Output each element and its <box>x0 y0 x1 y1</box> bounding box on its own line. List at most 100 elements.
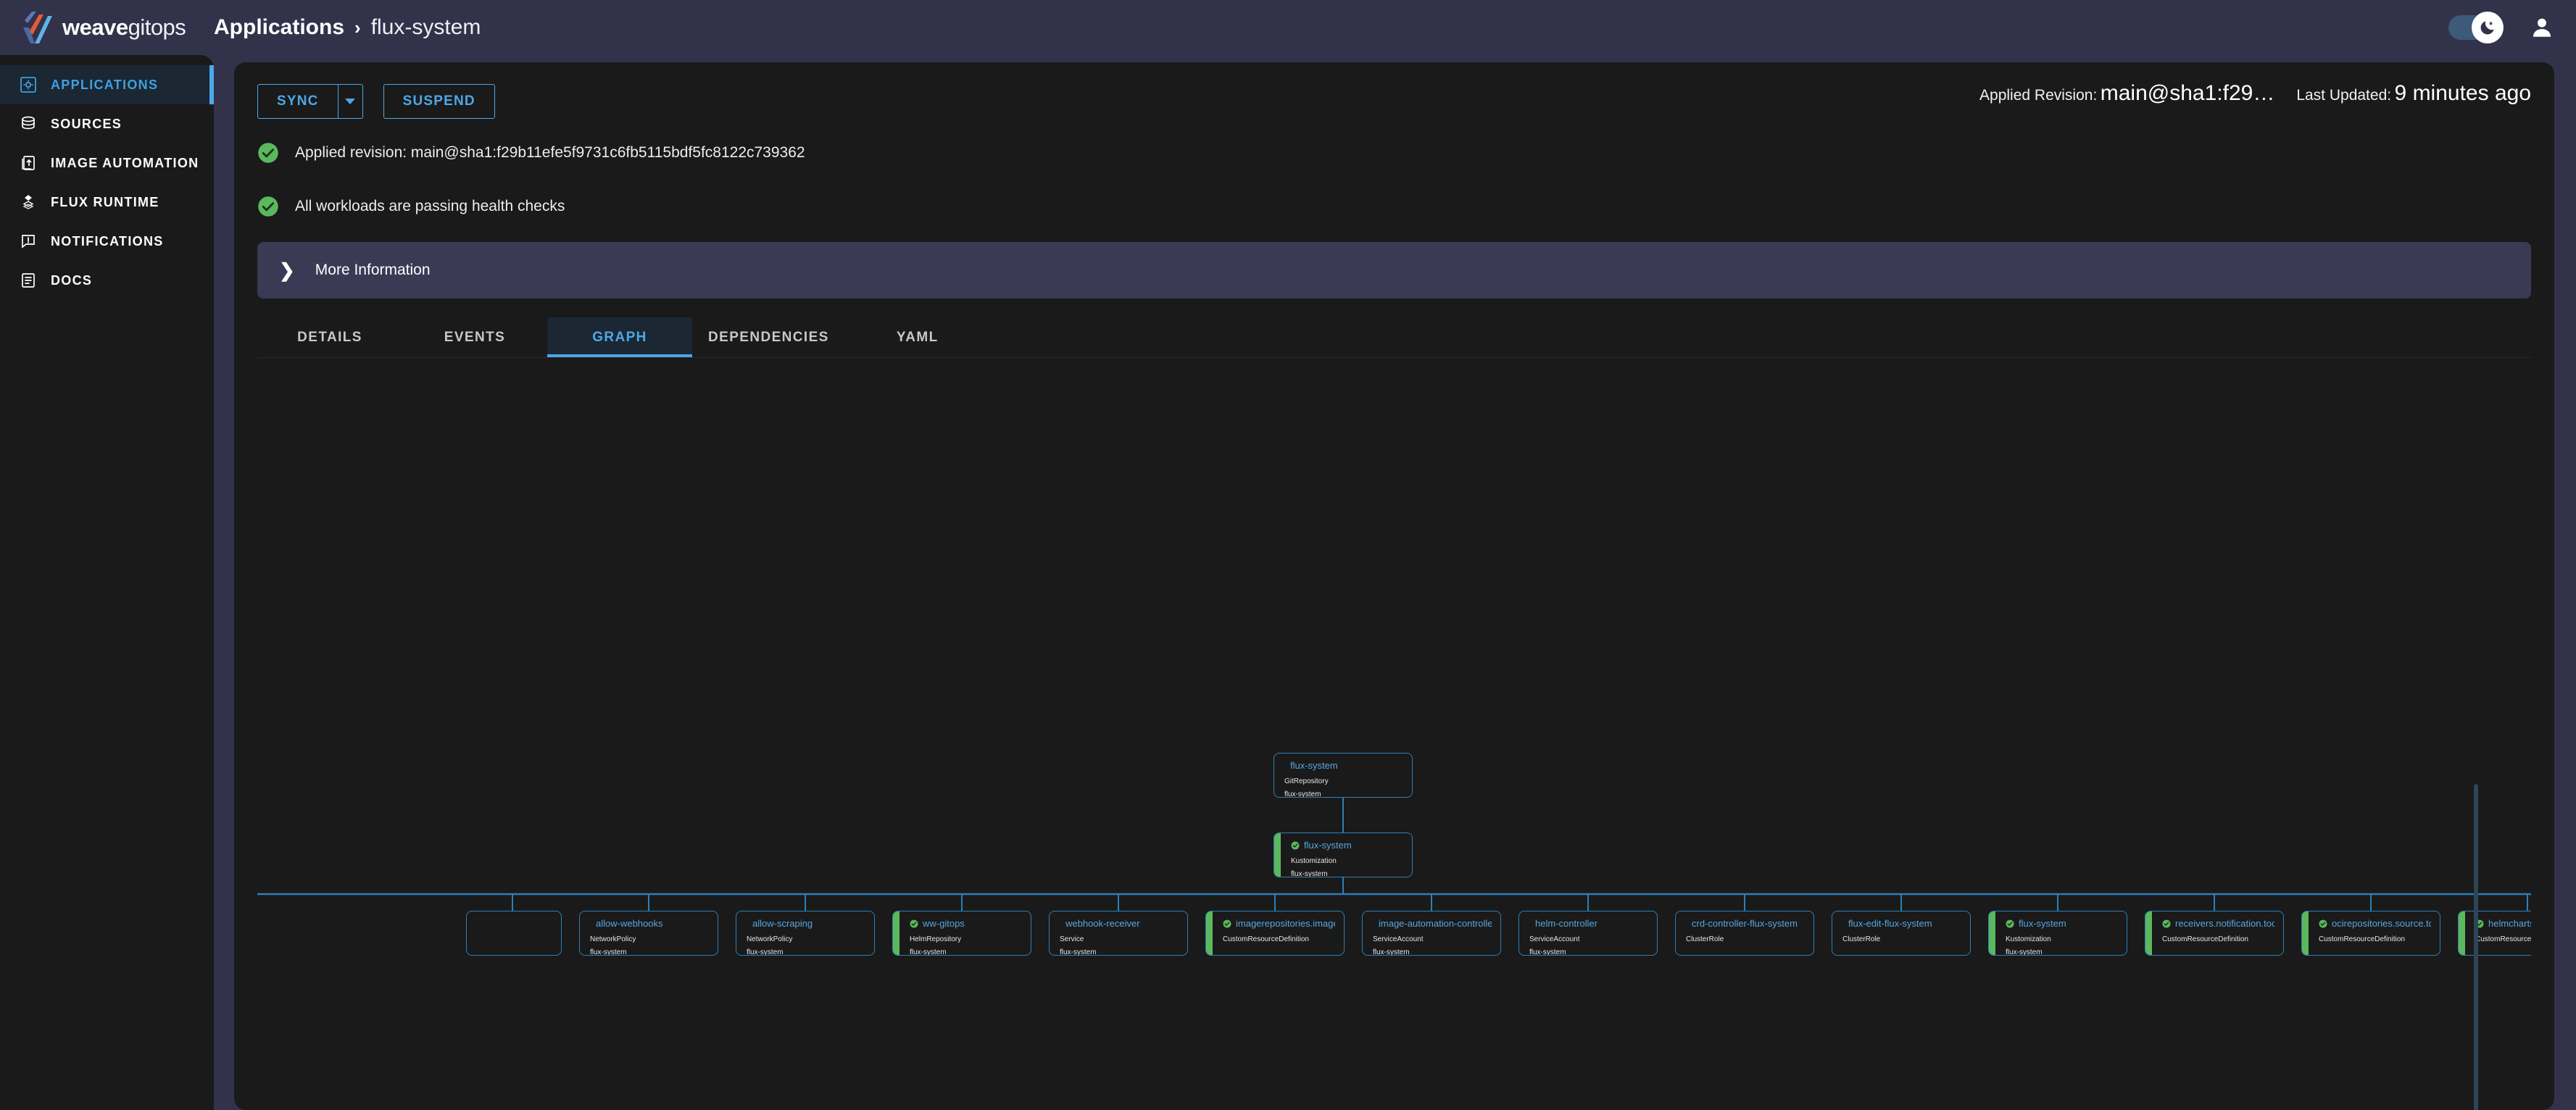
applied-revision-group: Applied Revision: main@sha1:f29… <box>1979 81 2274 106</box>
node-title: flux-system <box>1284 760 1403 771</box>
node-body: receivers.notification.toolkit.fl…Custom… <box>2152 911 2283 955</box>
node-kind: NetworkPolicy <box>747 935 865 943</box>
sidebar-item-notifications[interactable]: NOTIFICATIONS <box>0 222 214 261</box>
breadcrumb: Applications › flux-system <box>214 15 481 40</box>
more-information-expander[interactable]: ❯ More Information <box>257 242 2531 299</box>
graph-node[interactable]: image-automation-controllerServiceAccoun… <box>1362 911 1501 956</box>
node-title: flux-system <box>2006 918 2118 929</box>
node-kind: NetworkPolicy <box>590 935 709 943</box>
sync-dropdown-button[interactable] <box>338 84 363 119</box>
graph-node[interactable]: flux-systemKustomizationflux-system <box>1988 911 2127 956</box>
more-information-label: More Information <box>315 262 431 279</box>
sync-button[interactable]: SYNC <box>257 84 338 119</box>
node-namespace: flux-system <box>1291 870 1403 877</box>
graph-node[interactable] <box>466 911 562 956</box>
node-title: ocirepositories.source.toolkit.… <box>2319 918 2431 929</box>
node-body: ww-gitopsHelmRepositoryflux-system <box>899 911 1031 955</box>
top-bar: weavegitops Applications › flux-system <box>0 0 2576 55</box>
node-kind: CustomResourceDefinition <box>1223 935 1335 943</box>
node-health-bar <box>2145 911 2152 955</box>
node-kind: Kustomization <box>2006 935 2118 943</box>
brand-logo[interactable]: weavegitops <box>0 10 214 45</box>
graph-node[interactable]: flux-system Kustomization flux-system <box>1274 832 1413 877</box>
node-body: flux-system Kustomization flux-system <box>1281 833 1412 877</box>
tab-events[interactable]: EVENTS <box>402 317 547 358</box>
node-kind: Service <box>1060 935 1179 943</box>
sidebar-item-image-automation[interactable]: IMAGE AUTOMATION <box>0 143 214 183</box>
last-updated-label: Last Updated: <box>2296 87 2391 104</box>
chevron-down-icon <box>345 99 355 104</box>
zoom-slider-track[interactable] <box>2474 784 2478 1110</box>
node-namespace: flux-system <box>1529 948 1648 956</box>
graph-node[interactable]: crd-controller-flux-systemClusterRole <box>1675 911 1814 956</box>
tab-graph[interactable]: GRAPH <box>547 317 692 358</box>
node-title: receivers.notification.toolkit.fl… <box>2162 918 2274 929</box>
node-kind: ServiceAccount <box>1529 935 1648 943</box>
notification-icon <box>19 232 38 251</box>
graph-node[interactable]: flux-systemGitRepositoryflux-system <box>1274 753 1413 798</box>
tab-dependencies[interactable]: DEPENDENCIES <box>692 317 845 358</box>
graph-node[interactable]: allow-scrapingNetworkPolicyflux-system <box>736 911 875 956</box>
graph-node[interactable]: flux-edit-flux-systemClusterRole <box>1832 911 1971 956</box>
node-body: flux-edit-flux-systemClusterRole <box>1832 911 1970 955</box>
node-title: allow-scraping <box>747 918 865 929</box>
user-avatar-icon[interactable] <box>2530 15 2554 40</box>
node-body: helm-controller ServiceAccount flux-system <box>1519 911 1657 955</box>
node-title-text: flux-system <box>1304 840 1352 851</box>
node-title-text: imagerepositories.image.tool… <box>1236 918 1335 929</box>
node-body: flux-systemGitRepositoryflux-system <box>1274 754 1412 797</box>
node-title: helm-controller <box>1529 918 1648 929</box>
content-panel: SYNC SUSPEND Applied Revision: main@sha1… <box>234 62 2554 1110</box>
node-title-text: allow-scraping <box>752 918 813 929</box>
status-text: Applied revision: main@sha1:f29b11efe5f9… <box>295 144 805 162</box>
node-body: ocirepositories.source.toolkit.… CustomRe… <box>2309 911 2440 955</box>
check-circle-icon <box>257 142 279 164</box>
sidebar-item-label: SOURCES <box>51 117 122 132</box>
node-kind: CustomResourceDefinition <box>2319 935 2431 943</box>
graph-node[interactable]: allow-webhooksNetworkPolicyflux-system <box>579 911 718 956</box>
weave-logo-icon <box>22 10 54 45</box>
node-title: image-automation-controller <box>1373 918 1492 929</box>
sidebar-item-applications[interactable]: APPLICATIONS <box>0 65 214 104</box>
sidebar-item-flux-runtime[interactable]: FLUX RUNTIME <box>0 183 214 222</box>
last-updated-group: Last Updated: 9 minutes ago <box>2296 81 2531 106</box>
node-title: crd-controller-flux-system <box>1686 918 1805 929</box>
node-title-text: ocirepositories.source.toolkit.… <box>2332 918 2431 929</box>
check-circle-icon <box>1223 919 1231 928</box>
graph-canvas[interactable]: flux-systemGitRepositoryflux-systemflux-… <box>257 358 2531 1110</box>
action-toolbar: SYNC SUSPEND Applied Revision: main@sha1… <box>257 81 2531 122</box>
node-title-text: flux-system <box>1290 760 1338 771</box>
node-body: allow-webhooksNetworkPolicyflux-system <box>580 911 718 955</box>
node-title-text: crd-controller-flux-system <box>1692 918 1798 929</box>
status-row-revision: Applied revision: main@sha1:f29b11efe5f9… <box>257 130 2531 175</box>
check-circle-icon <box>2162 919 2171 928</box>
dark-mode-toggle[interactable] <box>2448 15 2501 40</box>
tab-bar: DETAILS EVENTS GRAPH DEPENDENCIES YAML <box>257 317 2531 358</box>
node-title-text: helm-controller <box>1535 918 1597 929</box>
graph-node[interactable]: helm-controller ServiceAccount flux-system <box>1518 911 1658 956</box>
graph-zoom-slider[interactable]: 19% <box>2461 784 2490 1110</box>
node-body: webhook-receiverServiceflux-system <box>1050 911 1187 955</box>
node-title-text: receivers.notification.toolkit.fl… <box>2175 918 2274 929</box>
node-body: imagerepositories.image.tool… CustomResou… <box>1213 911 1344 955</box>
node-kind: Kustomization <box>1291 857 1403 865</box>
graph-node[interactable]: ww-gitopsHelmRepositoryflux-system <box>892 911 1031 956</box>
node-title: flux-system <box>1291 840 1403 851</box>
revision-info: Applied Revision: main@sha1:f29… Last Up… <box>1979 81 2531 122</box>
sidebar-item-label: DOCS <box>51 273 92 288</box>
node-title: flux-edit-flux-system <box>1842 918 1961 929</box>
graph-node[interactable]: webhook-receiverServiceflux-system <box>1049 911 1188 956</box>
graph-node[interactable]: receivers.notification.toolkit.fl…Custom… <box>2145 911 2284 956</box>
graph-node[interactable]: ocirepositories.source.toolkit.… CustomRe… <box>2301 911 2440 956</box>
node-health-bar <box>2302 911 2309 955</box>
sidebar-item-label: FLUX RUNTIME <box>51 195 159 210</box>
breadcrumb-leaf: flux-system <box>371 15 481 40</box>
suspend-button[interactable]: SUSPEND <box>383 84 495 119</box>
tab-yaml[interactable]: YAML <box>845 317 990 358</box>
breadcrumb-root[interactable]: Applications <box>214 15 344 40</box>
node-title: ww-gitops <box>910 918 1022 929</box>
sidebar-item-sources[interactable]: SOURCES <box>0 104 214 143</box>
tab-details[interactable]: DETAILS <box>257 317 402 358</box>
graph-node[interactable]: imagerepositories.image.tool… CustomResou… <box>1205 911 1345 956</box>
sidebar-item-docs[interactable]: DOCS <box>0 261 214 300</box>
